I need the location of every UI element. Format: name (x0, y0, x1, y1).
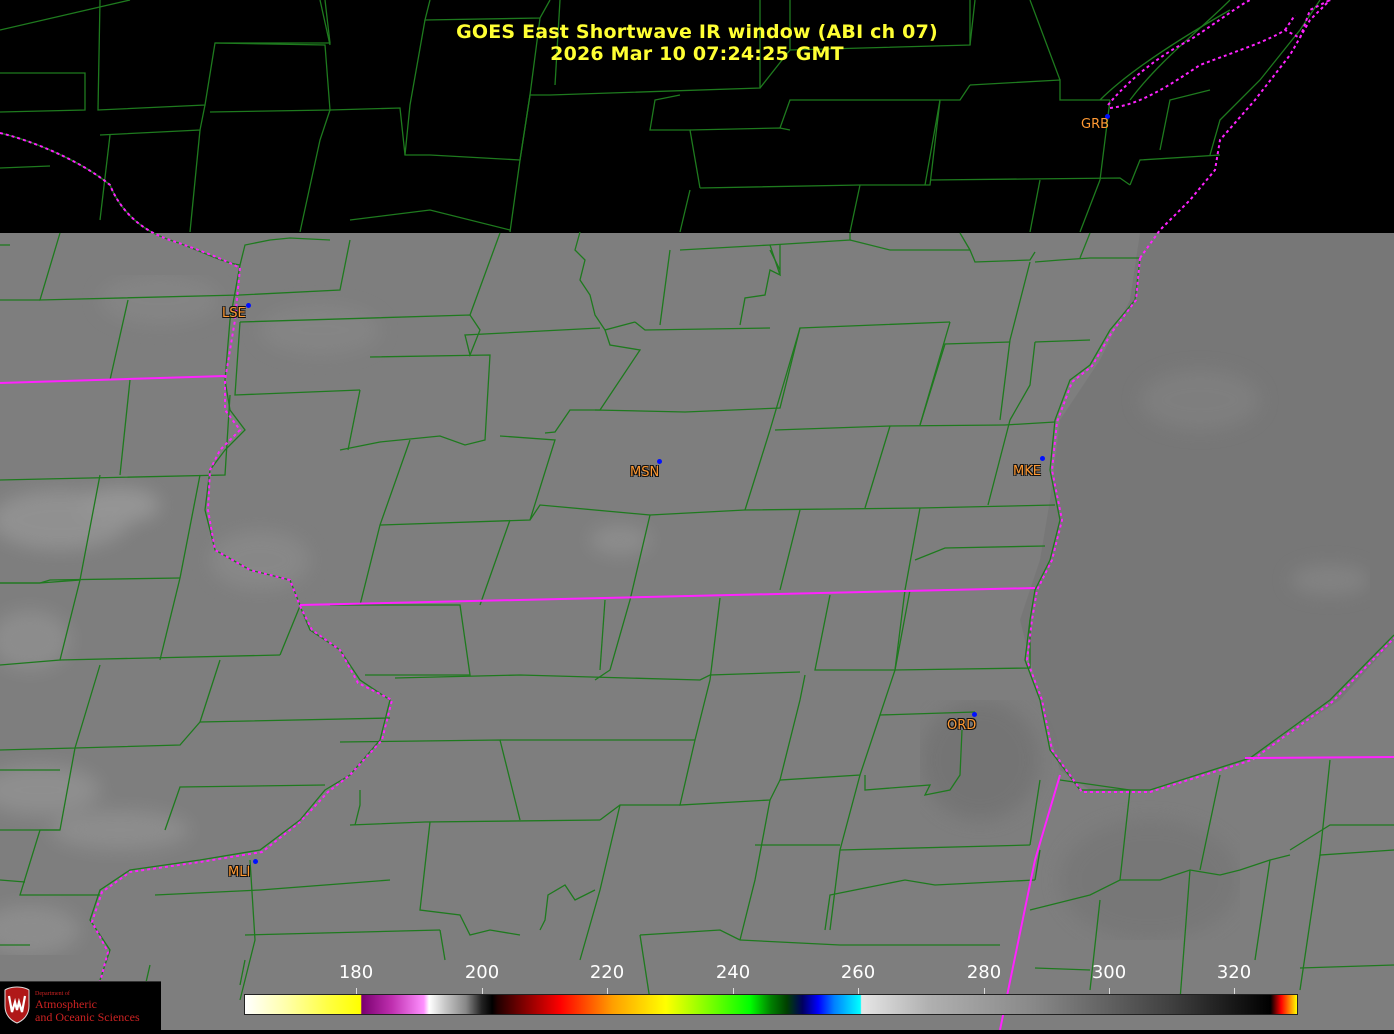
colorbar-tick-mark (1109, 988, 1110, 994)
colorbar-tick-label: 280 (966, 962, 1002, 983)
station-label-mke: MKE (1013, 464, 1041, 479)
colorbar-tick-mark (1234, 988, 1235, 994)
colorbar-tick-label: 240 (715, 962, 751, 983)
product-title: GOES East Shortwave IR window (ABI ch 07… (456, 21, 938, 43)
station-dot-mke (1040, 456, 1045, 461)
temperature-colorbar (244, 994, 1298, 1015)
satellite-map: GOES East Shortwave IR window (ABI ch 07… (0, 0, 1394, 1031)
colorbar-tick-label: 220 (589, 962, 625, 983)
colorbar-tick-mark (984, 988, 985, 994)
aos-logo: Department of Atmospheric and Oceanic Sc… (0, 981, 161, 1031)
station-label-mli: MLI (228, 865, 251, 880)
map-canvas (0, 0, 1394, 1031)
station-label-lse: LSE (222, 306, 246, 321)
colorbar-tick-label: 300 (1091, 962, 1127, 983)
station-label-ord: ORD (947, 718, 977, 733)
colorbar-tick-mark (607, 988, 608, 994)
station-label-grb: GRB (1081, 117, 1110, 132)
logo-line-2: and Oceanic Sciences (35, 1010, 140, 1024)
colorbar-tick-mark (356, 988, 357, 994)
station-dot-lse (246, 303, 251, 308)
station-label-msn: MSN (630, 465, 660, 480)
colorbar-tick-label: 260 (840, 962, 876, 983)
colorbar-tick-mark (858, 988, 859, 994)
colorbar-tick-label: 320 (1216, 962, 1252, 983)
ir-imagery (0, 233, 1394, 1030)
image-timestamp: 2026 Mar 10 07:24:25 GMT (550, 43, 844, 65)
station-dot-ord (972, 712, 977, 717)
colorbar-tick-mark (733, 988, 734, 994)
station-dot-msn (657, 459, 662, 464)
uw-crest-icon (4, 986, 30, 1024)
colorbar-tick-mark (482, 988, 483, 994)
colorbar-tick-label: 200 (464, 962, 500, 983)
station-dot-mli (253, 859, 258, 864)
colorbar-tick-label: 180 (338, 962, 374, 983)
